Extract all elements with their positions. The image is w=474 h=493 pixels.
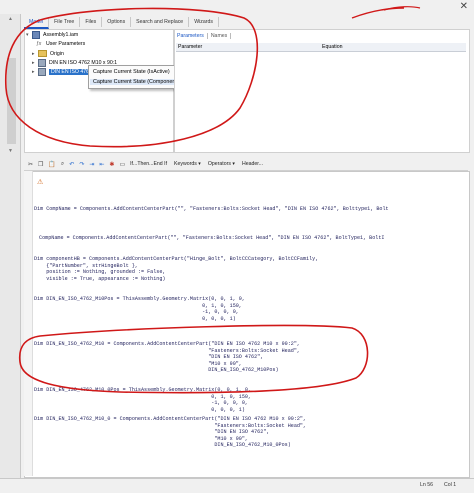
code-line-compname[interactable]: CompName = Components.AddContentCenterPa… — [36, 235, 384, 242]
operators-label: Operators — [207, 161, 231, 167]
header-button[interactable]: Header... — [242, 161, 263, 167]
tab-model[interactable]: Model — [24, 17, 50, 29]
tree-item-user-parameters[interactable]: ƒx User Parameters — [36, 41, 85, 47]
status-column: Col 1 — [444, 482, 457, 488]
tree-item-origin[interactable]: ▸ Origin — [32, 50, 64, 57]
scrollbar-thumb[interactable] — [7, 58, 16, 144]
tab-options[interactable]: Options — [102, 17, 132, 27]
if-then-button[interactable]: If...Then...End If — [130, 161, 167, 167]
part-icon — [38, 59, 46, 67]
menu-item-capture-isactive[interactable]: Capture Current State (IsActive) — [93, 69, 170, 75]
parameters-icon: ƒx — [36, 41, 42, 47]
operators-dropdown[interactable]: Operators ▾ — [208, 161, 235, 167]
editor-toolbar: ✂ ❐ 📋 ⌕ ↶ ↷ ⇥ ⇤ ✱ ▭ If...Then...End If K… — [24, 158, 468, 171]
code-line-dim-compname[interactable]: Dim CompName = Components.AddContentCent… — [34, 206, 389, 213]
keywords-dropdown[interactable]: Keywords ▾ — [174, 161, 201, 167]
folder-icon — [38, 50, 47, 57]
code-block-m10-pos[interactable]: Dim DIN_EN_ISO_4762_M10Pos = ThisAssembl… — [34, 296, 245, 322]
status-line: Ln 56 — [420, 482, 433, 488]
copy-icon[interactable]: ❐ — [38, 161, 43, 168]
assembly-icon — [32, 31, 40, 39]
scroll-down-icon[interactable]: ▼ — [8, 148, 13, 154]
part-icon — [38, 68, 46, 76]
indent-icon[interactable]: ⇥ — [89, 161, 94, 168]
redo-icon[interactable]: ↷ — [79, 161, 84, 168]
editor-gutter — [24, 171, 33, 476]
tab-names[interactable]: Names — [208, 33, 232, 39]
undo-icon[interactable]: ↶ — [69, 161, 74, 168]
tree-item-label: User Parameters — [46, 41, 86, 47]
parameters-tabs: Parameters Names — [174, 33, 232, 39]
keywords-label: Keywords — [174, 161, 197, 167]
find-icon[interactable]: ⌕ — [61, 161, 64, 168]
paste-icon[interactable]: 📋 — [48, 161, 55, 168]
tab-wizards[interactable]: Wizards — [189, 17, 219, 27]
tab-parameters[interactable]: Parameters — [174, 33, 208, 39]
status-bar: Ln 56 Col 1 — [0, 478, 474, 493]
close-icon[interactable]: ✕ — [460, 1, 468, 12]
tree-item-label: Assembly1.iam — [43, 32, 79, 38]
column-header-parameter[interactable]: Parameter — [178, 44, 202, 50]
comment-icon[interactable]: ▭ — [119, 161, 125, 168]
code-block-component-hb[interactable]: Dim componentHB = Components.AddContentC… — [34, 256, 318, 282]
parameters-header: Parameter Equation — [176, 43, 466, 52]
tab-search-and-replace[interactable]: Search and Replace — [131, 17, 190, 27]
bookmark-icon[interactable]: ✱ — [109, 161, 114, 168]
scroll-up-icon[interactable]: ▲ — [8, 16, 13, 22]
code-block-m10[interactable]: Dim DIN_EN_ISO_4762_M10 = Components.Add… — [34, 341, 300, 374]
tab-bar: Model File Tree Files Options Search and… — [24, 17, 219, 29]
model-tree-panel — [24, 29, 174, 153]
title-bar — [0, 0, 474, 14]
cut-icon[interactable]: ✂ — [28, 161, 33, 168]
outdent-icon[interactable]: ⇤ — [99, 161, 104, 168]
tab-files[interactable]: Files — [80, 17, 103, 27]
tree-item-assembly[interactable]: ▾ Assembly1.iam — [26, 31, 78, 39]
column-header-equation[interactable]: Equation — [322, 44, 342, 50]
warning-icon: ⚠ — [37, 179, 44, 186]
tree-item-label: Origin — [50, 50, 64, 57]
code-block-m10-0-pos[interactable]: Dim DIN_EN_ISO_4762_M10_0Pos = ThisAssem… — [34, 387, 251, 413]
tab-file-tree[interactable]: File Tree — [49, 17, 81, 27]
code-block-m10-0[interactable]: Dim DIN_EN_ISO_4762_M10_0 = Components.A… — [34, 416, 306, 449]
